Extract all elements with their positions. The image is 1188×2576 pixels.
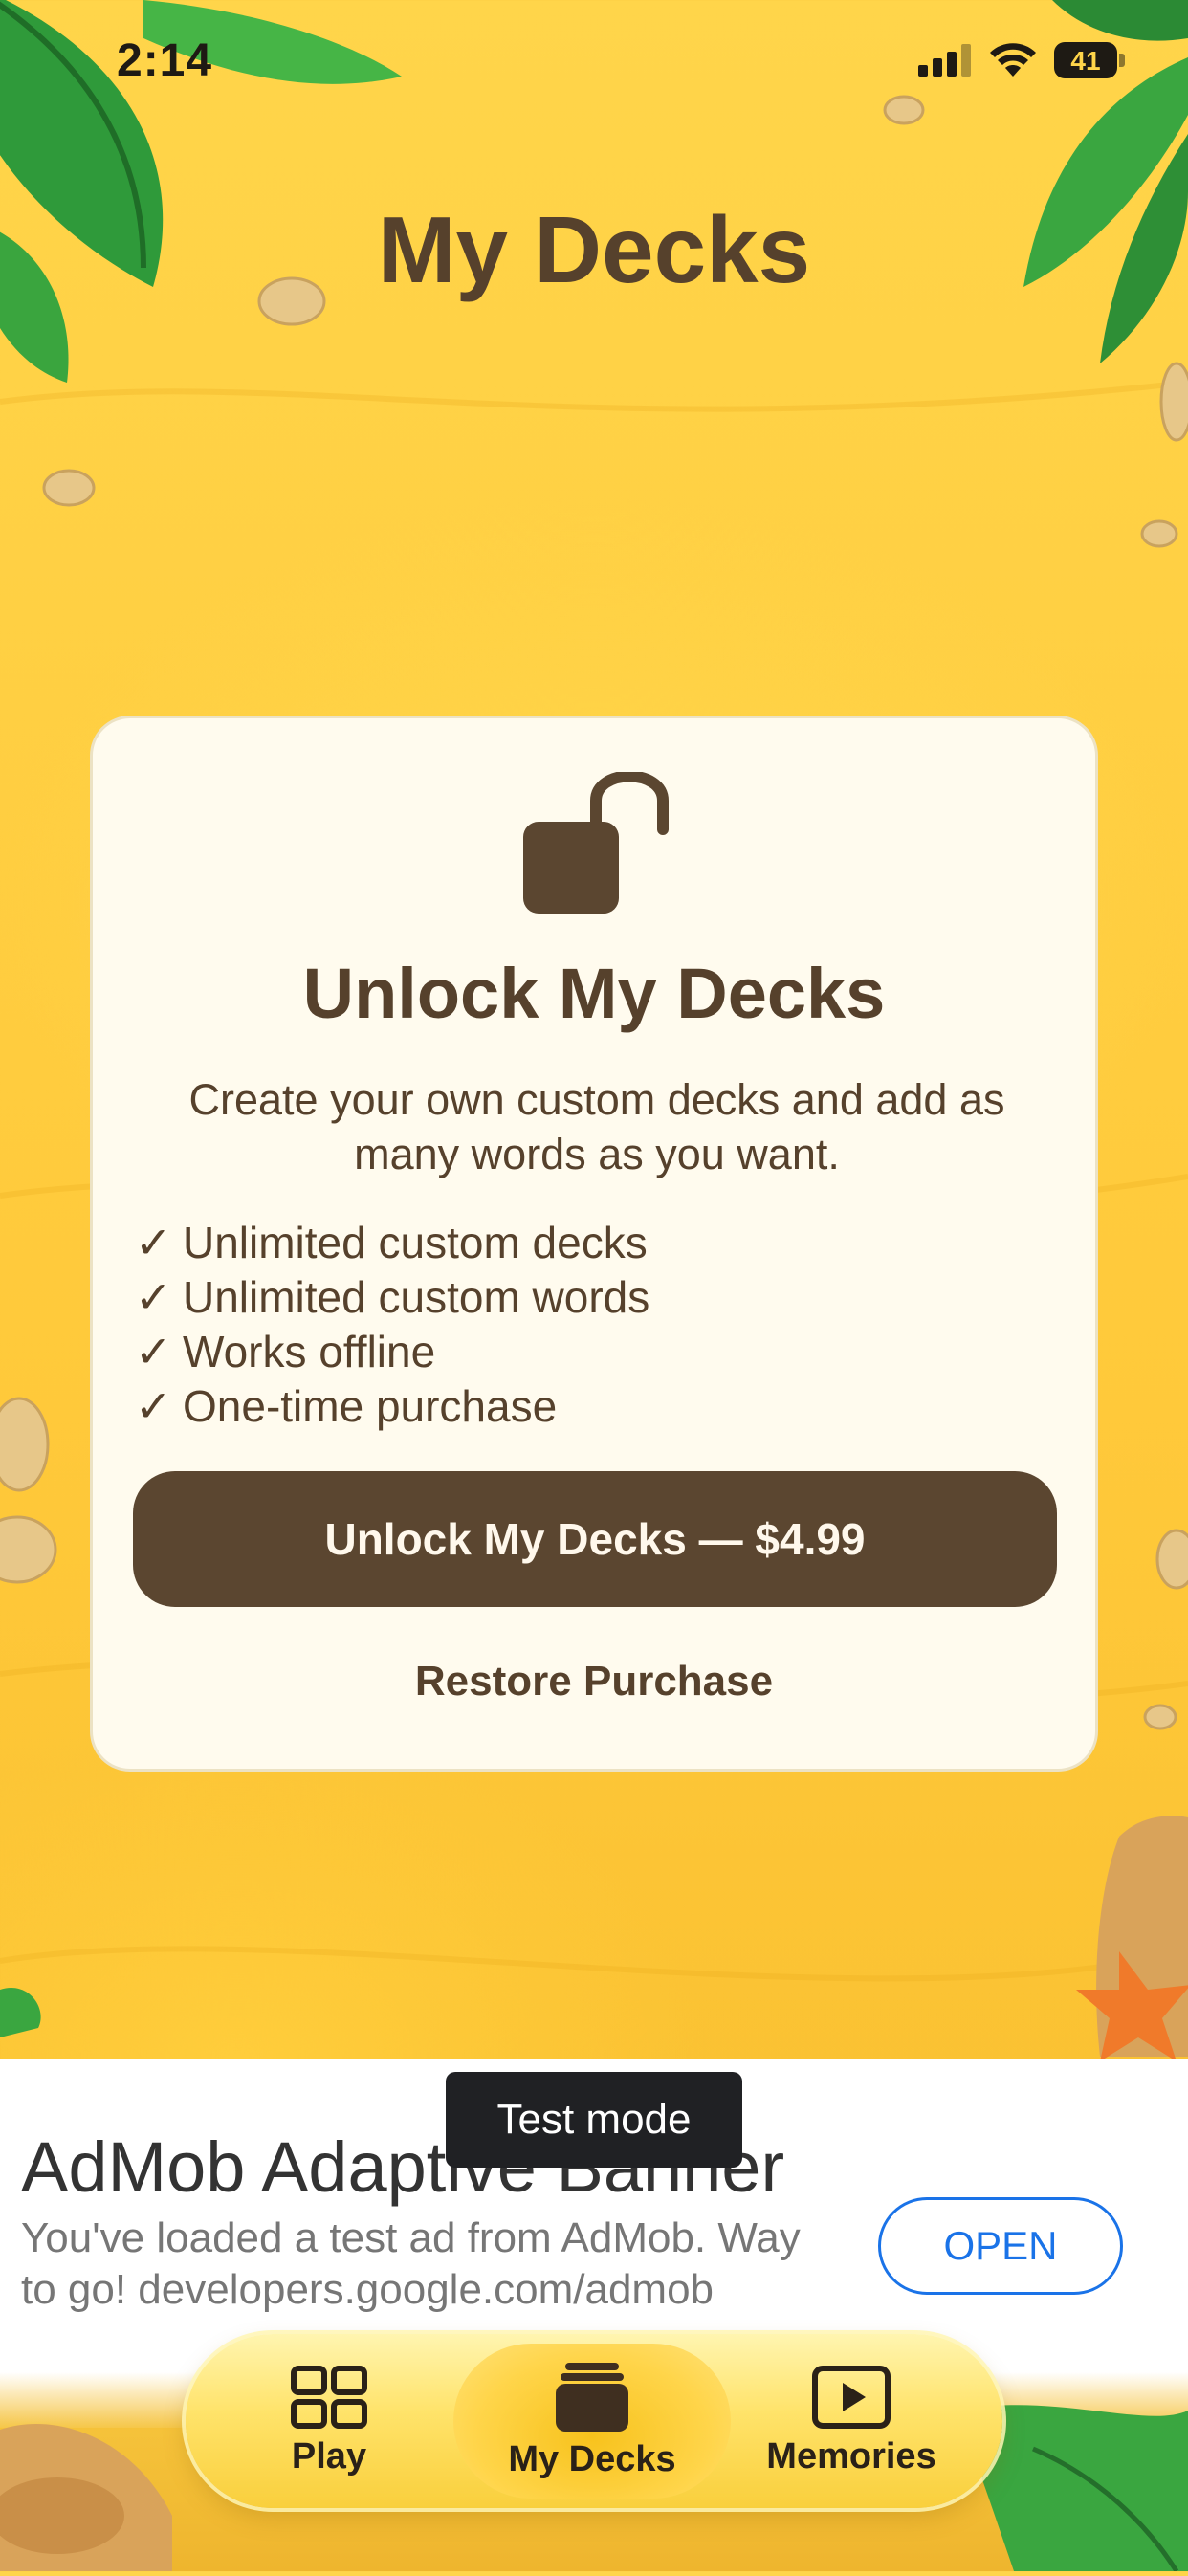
ad-open-button[interactable]: OPEN xyxy=(878,2197,1123,2295)
tab-bar: Play My Decks Memories xyxy=(186,2334,1002,2508)
page-title: My Decks xyxy=(377,197,811,302)
feature-text: Unlimited custom words xyxy=(183,1272,650,1322)
ad-text[interactable]: You've loaded a test ad from AdMob. Way … xyxy=(21,2213,805,2316)
checkmark-icon: ✓ xyxy=(135,1218,172,1267)
unlock-card: Unlock My Decks Create your own custom d… xyxy=(90,716,1098,1772)
tab-my-decks[interactable]: My Decks xyxy=(458,2334,726,2508)
card-description: Create your own custom decks and add as … xyxy=(188,1075,1005,1178)
restore-purchase-button[interactable]: Restore Purchase xyxy=(93,1658,1095,1706)
checkmark-icon: ✓ xyxy=(135,1381,172,1431)
feature-text: Works offline xyxy=(183,1327,436,1376)
feature-item: ✓ Unlimited custom words xyxy=(135,1270,649,1325)
wifi-icon xyxy=(990,43,1036,77)
tab-play[interactable]: Play xyxy=(195,2334,463,2508)
feature-item: ✓ One-time purchase xyxy=(135,1379,649,1434)
play-box-icon xyxy=(812,2365,891,2429)
status-time: 2:14 xyxy=(117,35,213,86)
feature-item: ✓ Works offline xyxy=(135,1325,649,1379)
cellular-signal-icon xyxy=(918,44,971,77)
stack-icon xyxy=(556,2362,628,2432)
battery-level: 41 xyxy=(1070,46,1101,76)
lock-open-icon xyxy=(523,772,669,914)
tab-label-memories: Memories xyxy=(766,2435,936,2477)
grid-icon xyxy=(291,2365,367,2429)
battery-icon: 41 xyxy=(1054,42,1125,78)
feature-list: ✓ Unlimited custom decks ✓ Unlimited custo… xyxy=(135,1216,649,1434)
feature-text: Unlimited custom decks xyxy=(183,1218,648,1267)
test-mode-badge: Test mode xyxy=(446,2072,742,2168)
status-icons: 41 xyxy=(918,42,1125,78)
tab-label-play: Play xyxy=(291,2435,367,2477)
unlock-purchase-button[interactable]: Unlock My Decks — $4.99 xyxy=(133,1471,1057,1607)
card-title: Unlock My Decks xyxy=(302,954,886,1033)
tab-label-my-decks: My Decks xyxy=(508,2438,676,2479)
status-bar: 2:14 41 xyxy=(0,0,1188,134)
checkmark-icon: ✓ xyxy=(135,1272,172,1322)
tab-memories[interactable]: Memories xyxy=(717,2334,985,2508)
checkmark-icon: ✓ xyxy=(135,1327,172,1376)
feature-text: One-time purchase xyxy=(183,1381,558,1431)
feature-item: ✓ Unlimited custom decks xyxy=(135,1216,649,1270)
